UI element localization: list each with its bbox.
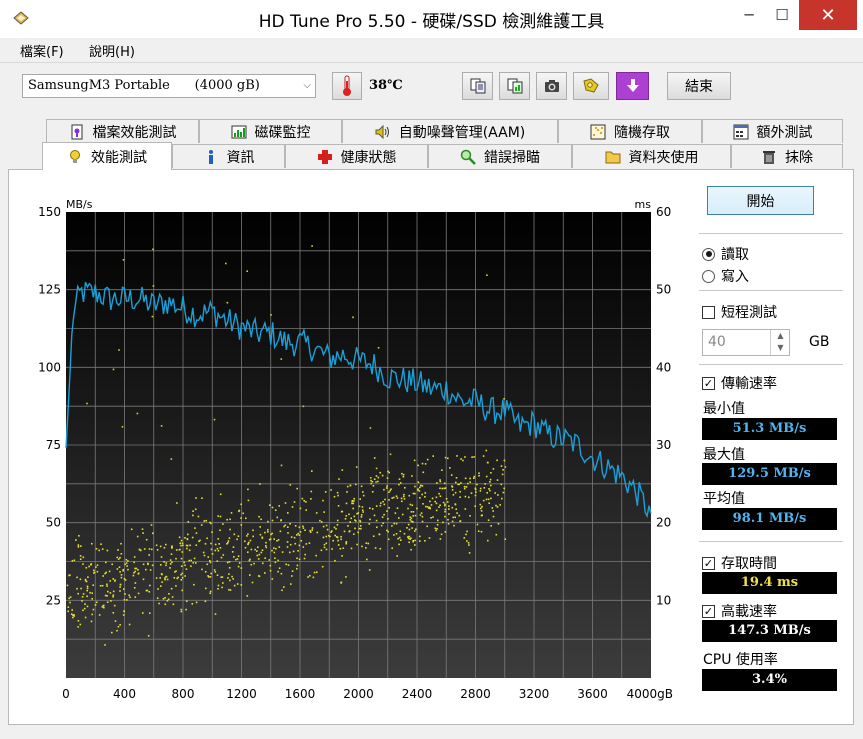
tab-extra-tests[interactable]: 額外測試 bbox=[702, 119, 843, 143]
burst-rate-checkbox[interactable]: ✓ 高載速率 bbox=[702, 601, 777, 621]
avg-value: 98.1 MB/s bbox=[702, 508, 837, 530]
temperature-button[interactable] bbox=[332, 72, 362, 100]
health-icon bbox=[317, 149, 333, 165]
tab-erase[interactable]: 抹除 bbox=[731, 144, 843, 168]
trash-icon bbox=[761, 149, 777, 165]
options-icon bbox=[583, 78, 599, 93]
size-unit-label: GB bbox=[809, 334, 830, 350]
chevron-down-icon: ⌵ bbox=[303, 80, 311, 91]
max-label: 最大值 bbox=[703, 447, 745, 463]
tab-label: 資訊 bbox=[226, 149, 255, 166]
speaker-icon bbox=[375, 124, 391, 140]
read-label: 讀取 bbox=[721, 247, 749, 263]
tab-disk-monitor[interactable]: 磁碟監控 bbox=[199, 119, 342, 143]
transfer-rate-label: 傳輸速率 bbox=[721, 376, 777, 392]
screenshot-button[interactable] bbox=[536, 72, 567, 100]
tab-label: 資料夾使用 bbox=[628, 149, 699, 166]
drive-select[interactable]: SamsungM3 Portable (4000 gB) ⌵ bbox=[22, 74, 316, 98]
title-bar[interactable]: HD Tune Pro 5.50 - 硬碟/SSD 檢測維護工具 ─ ☐ ✕ bbox=[0, 0, 863, 38]
access-time-check[interactable]: ✓ bbox=[702, 556, 715, 570]
maximize-icon: ☐ bbox=[775, 6, 789, 24]
tab-folder-usage[interactable]: 資料夾使用 bbox=[572, 144, 731, 168]
tab-label: 錯誤掃瞄 bbox=[484, 149, 540, 166]
tab-error-scan[interactable]: 錯誤掃瞄 bbox=[428, 144, 572, 168]
monitor-icon bbox=[231, 124, 247, 140]
max-value: 129.5 MB/s bbox=[702, 463, 837, 485]
size-spinner[interactable]: ▲ ▼ bbox=[770, 330, 790, 355]
divider bbox=[699, 233, 843, 234]
read-radio-button[interactable] bbox=[702, 247, 715, 261]
access-time-checkbox[interactable]: ✓ 存取時間 bbox=[702, 553, 777, 573]
drive-select-value: SamsungM3 Portable (4000 gB) bbox=[28, 78, 260, 93]
tab-label: 磁碟監控 bbox=[254, 124, 311, 141]
write-label: 寫入 bbox=[721, 269, 749, 285]
divider bbox=[699, 541, 843, 542]
min-value: 51.3 MB/s bbox=[702, 418, 837, 440]
camera-icon bbox=[544, 80, 559, 92]
cpu-value: 3.4% bbox=[702, 669, 837, 691]
error-scan-icon bbox=[460, 149, 476, 165]
tab-health[interactable]: 健康狀態 bbox=[285, 144, 428, 168]
cpu-label: CPU 使用率 bbox=[703, 652, 778, 668]
spin-down-icon[interactable]: ▼ bbox=[771, 342, 790, 354]
spin-up-icon[interactable]: ▲ bbox=[771, 330, 790, 342]
menu-bar: 檔案(F) 說明(H) bbox=[0, 38, 863, 63]
copy-info-icon bbox=[470, 78, 485, 94]
tab-label: 額外測試 bbox=[756, 124, 813, 141]
tab-label: 檔案效能測試 bbox=[92, 124, 177, 141]
tab-random-access[interactable]: 隨機存取 bbox=[558, 119, 702, 143]
copy-screen-button[interactable] bbox=[499, 72, 530, 100]
maximize-button[interactable]: ☐ bbox=[766, 0, 798, 30]
divider bbox=[699, 364, 843, 365]
tab-label: 抹除 bbox=[785, 149, 813, 166]
copy-screen-icon bbox=[507, 78, 522, 94]
thermometer-icon bbox=[343, 75, 351, 96]
tab-file-benchmark[interactable]: 檔案效能測試 bbox=[46, 119, 199, 143]
tab-info[interactable]: 資訊 bbox=[172, 144, 285, 168]
tab-aam[interactable]: 自動噪聲管理(AAM) bbox=[342, 119, 558, 143]
tab-label: 自動噪聲管理(AAM) bbox=[398, 124, 526, 141]
folder-icon bbox=[605, 149, 621, 165]
minimize-button[interactable]: ─ bbox=[732, 0, 766, 30]
divider bbox=[699, 290, 843, 291]
tab-benchmark[interactable]: 效能測試 bbox=[42, 142, 172, 170]
exit-button[interactable]: 結束 bbox=[667, 72, 731, 100]
short-test-checkbox[interactable]: 短程測試 bbox=[702, 302, 777, 322]
extra-tests-icon bbox=[733, 124, 749, 140]
write-radio-button[interactable] bbox=[702, 269, 715, 283]
burst-rate-value: 147.3 MB/s bbox=[702, 620, 837, 642]
read-radio[interactable]: 讀取 bbox=[702, 244, 749, 264]
short-test-label: 短程測試 bbox=[721, 305, 777, 321]
menu-help[interactable]: 說明(H) bbox=[89, 41, 135, 60]
access-time-label: 存取時間 bbox=[721, 556, 777, 572]
tab-label: 隨機存取 bbox=[614, 124, 670, 141]
benchmark-icon bbox=[67, 149, 83, 165]
temperature-value: 38℃ bbox=[369, 78, 403, 93]
transfer-rate-check[interactable]: ✓ bbox=[702, 376, 715, 390]
minimize-icon: ─ bbox=[744, 6, 754, 24]
save-button[interactable] bbox=[616, 72, 649, 100]
close-button[interactable]: ✕ bbox=[799, 0, 857, 30]
file-benchmark-icon bbox=[69, 124, 85, 140]
transfer-rate-checkbox[interactable]: ✓ 傳輸速率 bbox=[702, 373, 777, 393]
write-radio[interactable]: 寫入 bbox=[702, 266, 749, 286]
save-arrow-icon bbox=[626, 79, 639, 92]
access-time-value: 19.4 ms bbox=[702, 572, 837, 594]
menu-file[interactable]: 檔案(F) bbox=[20, 41, 64, 60]
burst-rate-check[interactable]: ✓ bbox=[702, 604, 715, 618]
tab-label: 健康狀態 bbox=[340, 149, 397, 166]
copy-info-button[interactable] bbox=[462, 72, 493, 100]
start-button[interactable]: 開始 bbox=[707, 186, 814, 215]
burst-rate-label: 高載速率 bbox=[721, 604, 777, 620]
info-icon bbox=[203, 149, 219, 165]
avg-label: 平均值 bbox=[703, 491, 745, 507]
min-label: 最小值 bbox=[703, 401, 745, 417]
short-test-check[interactable] bbox=[702, 305, 715, 319]
random-access-icon bbox=[590, 124, 606, 140]
options-button[interactable] bbox=[573, 72, 609, 100]
close-icon: ✕ bbox=[820, 4, 836, 26]
tab-label: 效能測試 bbox=[91, 149, 147, 166]
